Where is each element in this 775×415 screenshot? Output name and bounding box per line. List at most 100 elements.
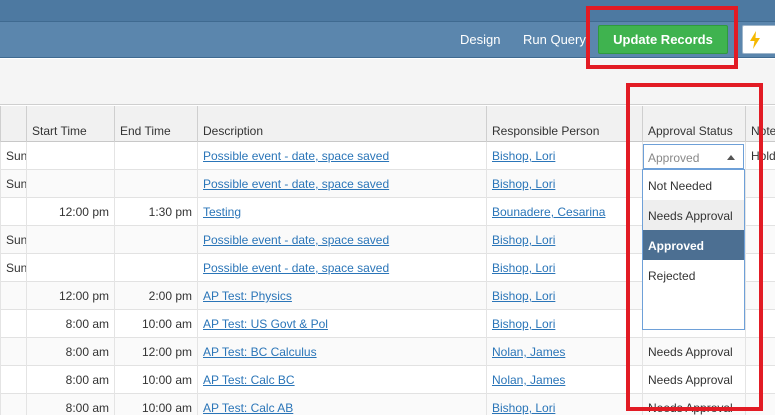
table-row: 8:00 am 10:00 am AP Test: Calc AB Bishop… xyxy=(0,394,775,415)
approval-status-select[interactable]: Approved xyxy=(643,144,744,169)
person-link[interactable]: Bishop, Lori xyxy=(492,261,555,275)
description-cell: AP Test: Calc AB xyxy=(197,394,486,415)
design-link[interactable]: Design xyxy=(460,32,500,47)
description-cell: Possible event - date, space saved xyxy=(197,226,486,254)
notes-cell xyxy=(745,226,775,254)
notes-cell: Hold xyxy=(745,142,775,170)
start-time-cell: 12:00 pm xyxy=(26,282,114,310)
description-cell: Possible event - date, space saved xyxy=(197,142,486,170)
event-link[interactable]: Possible event - date, space saved xyxy=(203,233,389,247)
column-header-notes[interactable]: Note xyxy=(745,106,775,142)
person-link[interactable]: Bounadere, Cesarina xyxy=(492,205,605,219)
description-cell: AP Test: Calc BC xyxy=(197,366,486,394)
start-time-cell xyxy=(26,226,114,254)
quick-action-button[interactable] xyxy=(742,25,775,54)
event-link[interactable]: AP Test: US Govt & Pol xyxy=(203,317,328,331)
day-cell: Sun) xyxy=(0,142,26,170)
description-cell: Possible event - date, space saved xyxy=(197,254,486,282)
event-link[interactable]: Possible event - date, space saved xyxy=(203,261,389,275)
approval-status-cell[interactable]: Needs Approval xyxy=(642,394,745,415)
run-query-link[interactable]: Run Query xyxy=(523,32,586,47)
event-link[interactable]: AP Test: Calc BC xyxy=(203,373,295,387)
responsible-person-cell: Bishop, Lori xyxy=(486,394,642,415)
event-link[interactable]: Testing xyxy=(203,205,241,219)
column-header-approval-status[interactable]: Approval Status xyxy=(642,106,745,142)
notes-cell xyxy=(745,198,775,226)
end-time-cell: 12:00 pm xyxy=(114,338,197,366)
day-cell xyxy=(0,338,26,366)
notes-cell xyxy=(745,310,775,338)
notes-cell xyxy=(745,366,775,394)
start-time-cell: 12:00 pm xyxy=(26,198,114,226)
notes-cell xyxy=(745,338,775,366)
grid-header-row: Start Time End Time Description Responsi… xyxy=(0,106,775,142)
option-needs-approval[interactable]: Needs Approval xyxy=(643,200,744,230)
column-header-responsible-person[interactable]: Responsible Person xyxy=(486,106,642,142)
update-records-button[interactable]: Update Records xyxy=(598,25,728,54)
event-link[interactable]: AP Test: Physics xyxy=(203,289,292,303)
start-time-cell xyxy=(26,170,114,198)
caret-up-icon xyxy=(727,155,735,160)
start-time-cell xyxy=(26,142,114,170)
event-link[interactable]: AP Test: Calc AB xyxy=(203,401,293,415)
notes-cell xyxy=(745,254,775,282)
responsible-person-cell: Bishop, Lori xyxy=(486,254,642,282)
end-time-cell: 10:00 am xyxy=(114,310,197,338)
approval-status-options: Not Needed Needs Approval Approved Rejec… xyxy=(642,169,745,330)
responsible-person-cell: Nolan, James xyxy=(486,338,642,366)
end-time-cell xyxy=(114,226,197,254)
filter-area xyxy=(0,59,775,105)
option-not-needed[interactable]: Not Needed xyxy=(643,170,744,200)
start-time-cell xyxy=(26,254,114,282)
approval-status-cell[interactable]: Needs Approval xyxy=(642,366,745,394)
end-time-cell: 2:00 pm xyxy=(114,282,197,310)
event-link[interactable]: Possible event - date, space saved xyxy=(203,149,389,163)
approval-status-select-value: Approved xyxy=(648,151,700,165)
table-row: 8:00 am 12:00 pm AP Test: BC Calculus No… xyxy=(0,338,775,366)
end-time-cell: 1:30 pm xyxy=(114,198,197,226)
notes-cell xyxy=(745,170,775,198)
person-link[interactable]: Bishop, Lori xyxy=(492,149,555,163)
person-link[interactable]: Bishop, Lori xyxy=(492,177,555,191)
description-cell: AP Test: US Govt & Pol xyxy=(197,310,486,338)
approval-status-cell[interactable]: Needs Approval xyxy=(642,338,745,366)
responsible-person-cell: Bishop, Lori xyxy=(486,310,642,338)
responsible-person-cell: Bishop, Lori xyxy=(486,142,642,170)
column-header-description[interactable]: Description xyxy=(197,106,486,142)
person-link[interactable]: Bishop, Lori xyxy=(492,317,555,331)
end-time-cell: 10:00 am xyxy=(114,366,197,394)
day-cell: Sun) xyxy=(0,226,26,254)
day-cell xyxy=(0,282,26,310)
event-link[interactable]: AP Test: BC Calculus xyxy=(203,345,317,359)
start-time-cell: 8:00 am xyxy=(26,310,114,338)
day-cell: Sun) xyxy=(0,254,26,282)
app-header-bar xyxy=(0,0,775,22)
person-link[interactable]: Bishop, Lori xyxy=(492,289,555,303)
end-time-cell xyxy=(114,254,197,282)
table-row: 8:00 am 10:00 am AP Test: Calc BC Nolan,… xyxy=(0,366,775,394)
notes-cell xyxy=(745,282,775,310)
option-approved[interactable]: Approved xyxy=(643,230,744,260)
start-time-cell: 8:00 am xyxy=(26,366,114,394)
lightning-bolt-icon xyxy=(750,30,760,49)
day-cell xyxy=(0,394,26,415)
responsible-person-cell: Bishop, Lori xyxy=(486,226,642,254)
person-link[interactable]: Bishop, Lori xyxy=(492,233,555,247)
day-cell xyxy=(0,310,26,338)
column-header-start-time[interactable]: Start Time xyxy=(26,106,114,142)
column-header-end-time[interactable]: End Time xyxy=(114,106,197,142)
event-link[interactable]: Possible event - date, space saved xyxy=(203,177,389,191)
person-link[interactable]: Nolan, James xyxy=(492,345,565,359)
description-cell: Possible event - date, space saved xyxy=(197,170,486,198)
day-cell: Sun) xyxy=(0,170,26,198)
end-time-cell: 10:00 am xyxy=(114,394,197,415)
person-link[interactable]: Bishop, Lori xyxy=(492,401,555,415)
responsible-person-cell: Bishop, Lori xyxy=(486,170,642,198)
option-rejected[interactable]: Rejected xyxy=(643,260,744,290)
description-cell: AP Test: BC Calculus xyxy=(197,338,486,366)
end-time-cell xyxy=(114,170,197,198)
responsible-person-cell: Bishop, Lori xyxy=(486,282,642,310)
start-time-cell: 8:00 am xyxy=(26,394,114,415)
responsible-person-cell: Nolan, James xyxy=(486,366,642,394)
person-link[interactable]: Nolan, James xyxy=(492,373,565,387)
